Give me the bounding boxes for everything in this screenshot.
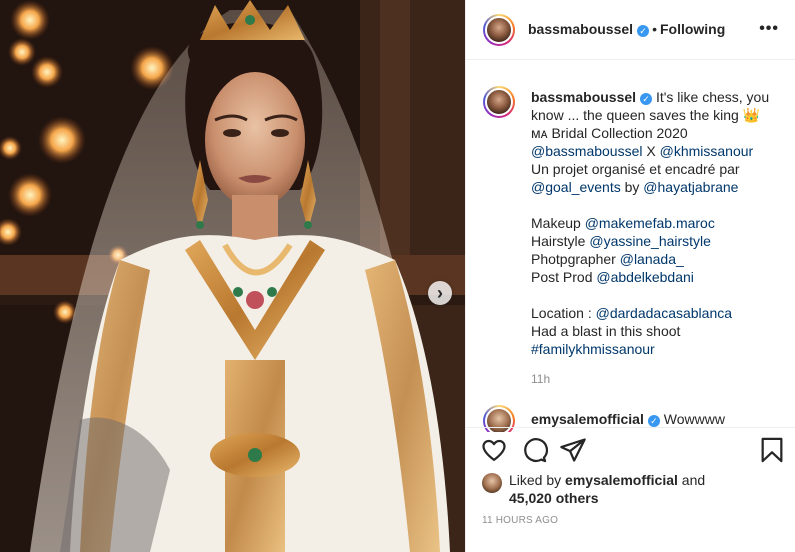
caption-line: Photpgrapher @lanada_: [531, 250, 786, 268]
caption-line: Makeup @makemefab.maroc: [531, 214, 786, 232]
caption-line: Had a blast in this shoot: [531, 322, 786, 340]
caption-link[interactable]: @lanada_: [620, 251, 684, 267]
separator-dot: •: [652, 21, 657, 37]
comment-text: Wowwww: [663, 411, 725, 427]
caption-line: ᴍᴀ Bridal Collection 2020: [531, 124, 786, 142]
caption-link[interactable]: @yassine_hairstyle: [589, 233, 711, 249]
liked-by-prefix: Liked by: [509, 472, 566, 488]
caption-text-segment: Post Prod: [531, 269, 597, 285]
bookmark-icon[interactable]: [758, 436, 786, 464]
caption-text-segment: Had a blast in this shoot: [531, 323, 681, 339]
caption-link[interactable]: @bassmaboussel: [531, 143, 643, 159]
post-header: bassmaboussel ✓ • Following •••: [466, 0, 795, 60]
heart-icon[interactable]: [480, 436, 508, 464]
likes-summary: Liked by emysalemofficial and 45,020 oth…: [482, 471, 782, 507]
caption-text-segment: know ... the queen saves the king 👑: [531, 107, 761, 123]
caption-line: [531, 286, 786, 304]
caption-line: #familykhmissanour: [531, 340, 786, 358]
caption-text-segment: X: [642, 143, 660, 159]
verified-badge-icon: ✓: [647, 415, 660, 427]
caption-line: @bassmaboussel X @khmissanour: [531, 142, 786, 160]
liker-avatar[interactable]: [482, 473, 502, 493]
bride-photo-illustration: [0, 0, 465, 552]
caption-link[interactable]: @abdelkebdani: [596, 269, 694, 285]
caption-line: @goal_events by @hayatjabrane: [531, 178, 786, 196]
caption-text-segment: by: [620, 179, 644, 195]
more-options-icon[interactable]: •••: [759, 20, 779, 38]
caption-link[interactable]: @makemefab.maroc: [585, 215, 715, 231]
caption-text-segment: Makeup: [531, 215, 585, 231]
verified-badge-icon: ✓: [640, 93, 653, 105]
following-button[interactable]: Following: [660, 21, 725, 37]
caption-link[interactable]: #familykhmissanour: [531, 341, 655, 357]
caption-section: bassmaboussel ✓ It's like chess, you know…: [466, 72, 795, 432]
author-avatar[interactable]: [483, 14, 515, 46]
post-side-panel: bassmaboussel ✓ • Following ••• bassmabouss…: [465, 0, 795, 552]
share-icon[interactable]: [559, 436, 587, 464]
caption-text-segment: Location :: [531, 305, 596, 321]
likes-count[interactable]: 45,020 others: [509, 490, 599, 506]
commenter-username[interactable]: emysalemofficial: [531, 411, 644, 427]
caption-link[interactable]: @khmissanour: [660, 143, 754, 159]
caption-link[interactable]: @goal_events: [531, 179, 621, 195]
caption-text: bassmaboussel ✓ It's like chess, you know…: [531, 88, 786, 358]
post-actions-bar: [466, 427, 795, 471]
header-author-line: bassmaboussel ✓ • Following: [528, 21, 725, 39]
liked-by-middle: and: [677, 472, 706, 488]
caption-text-segment: It's like chess, you: [655, 89, 770, 105]
caption-line: Un projet organisé et encadré par: [531, 160, 786, 178]
caption-line: know ... the queen saves the king 👑: [531, 106, 786, 124]
caption-link[interactable]: @hayatjabrane: [643, 179, 738, 195]
caption-text-segment: ᴍᴀ Bridal Collection 2020: [531, 125, 688, 141]
caption-author-username[interactable]: bassmaboussel: [531, 89, 636, 105]
caption-text-segment: Hairstyle: [531, 233, 590, 249]
caption-author-avatar[interactable]: [483, 86, 515, 118]
caption-link[interactable]: @dardadacasablanca: [596, 305, 732, 321]
caption-time-ago[interactable]: 11h: [531, 372, 550, 386]
post-photo[interactable]: ›: [0, 0, 465, 552]
caption-line: Location : @dardadacasablanca: [531, 304, 786, 322]
post-timestamp[interactable]: 11 HOURS AGO: [482, 515, 558, 526]
chevron-right-icon: ›: [437, 283, 443, 303]
caption-line: Hairstyle @yassine_hairstyle: [531, 232, 786, 250]
caption-text-segment: Un projet organisé et encadré par: [531, 161, 740, 177]
verified-badge-icon: ✓: [637, 25, 650, 37]
liked-by-user[interactable]: emysalemofficial: [565, 472, 678, 488]
comment-icon[interactable]: [520, 436, 549, 464]
carousel-next-button[interactable]: ›: [428, 281, 452, 305]
caption-text-segment: Photpgrapher: [531, 251, 620, 267]
caption-line: [531, 196, 786, 214]
caption-line: Post Prod @abdelkebdani: [531, 268, 786, 286]
author-username[interactable]: bassmaboussel: [528, 21, 633, 37]
